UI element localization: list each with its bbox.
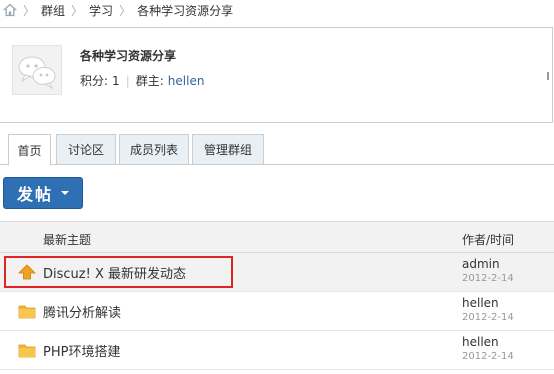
table-row[interactable]: 腾讯分析解读 hellen 2012-2-14	[0, 292, 554, 331]
breadcrumb: 〉 群组 〉 学习 〉 各种学习资源分享	[0, 0, 554, 20]
post-button-label: 发帖	[16, 185, 53, 204]
group-page: 〉 群组 〉 学习 〉 各种学习资源分享 各种学习资源分享 积分: 1 | 群主…	[0, 0, 554, 374]
chevron-down-icon	[61, 191, 69, 195]
home-icon[interactable]	[3, 3, 17, 17]
chat-bubbles-icon	[18, 56, 56, 90]
meta-divider: |	[125, 73, 130, 88]
breadcrumb-separator: 〉	[23, 3, 36, 18]
thread-author-link[interactable]: hellen	[462, 296, 499, 310]
group-info-panel: 各种学习资源分享 积分: 1 | 群主: hellen	[0, 27, 553, 123]
breadcrumb-item-study[interactable]: 学习	[89, 2, 113, 19]
folder-icon	[18, 344, 36, 358]
thread-title-link[interactable]: Discuz! X 最新研发动态	[43, 263, 186, 282]
post-button[interactable]: 发帖	[3, 177, 83, 209]
column-header-author: 作者/时间	[462, 233, 515, 247]
breadcrumb-separator: 〉	[71, 3, 84, 18]
thread-date: 2012-2-14	[462, 312, 514, 323]
thread-table-header: 最新主题 作者/时间	[0, 221, 554, 253]
breadcrumb-item-groups[interactable]: 群组	[41, 2, 65, 19]
owner-link[interactable]: hellen	[168, 74, 205, 88]
column-header-topic: 最新主题	[43, 233, 92, 247]
thread-title-link[interactable]: PHP环境搭建	[43, 341, 120, 360]
thread-author-link[interactable]: admin	[462, 257, 500, 271]
tab-members[interactable]: 成员列表	[119, 134, 189, 165]
group-avatar	[12, 45, 62, 95]
thread-author-link[interactable]: hellen	[462, 335, 499, 349]
table-row[interactable]: Discuz! X 最新研发动态 admin 2012-2-14	[0, 253, 554, 292]
group-meta: 积分: 1 | 群主: hellen	[80, 72, 204, 89]
pinned-arrow-icon	[18, 264, 36, 280]
points-label: 积分:	[80, 74, 109, 88]
thread-title-link[interactable]: 腾讯分析解读	[43, 302, 121, 321]
breadcrumb-item-current: 各种学习资源分享	[137, 3, 234, 18]
thread-date: 2012-2-14	[462, 273, 514, 284]
table-row[interactable]: PHP环境搭建 hellen 2012-2-14	[0, 331, 554, 370]
panel-edge-mark	[547, 72, 549, 80]
owner-label: 群主:	[135, 74, 164, 88]
points-value: 1	[112, 73, 120, 88]
tab-manage-group[interactable]: 管理群组	[192, 134, 264, 165]
thread-date: 2012-2-14	[462, 351, 514, 362]
folder-icon	[18, 305, 36, 319]
tab-home[interactable]: 首页	[8, 134, 51, 166]
breadcrumb-separator: 〉	[119, 3, 132, 18]
tab-discussion[interactable]: 讨论区	[56, 134, 116, 165]
group-tabs: 首页 讨论区 成员列表 管理群组	[0, 132, 554, 166]
group-title: 各种学习资源分享	[80, 49, 177, 63]
